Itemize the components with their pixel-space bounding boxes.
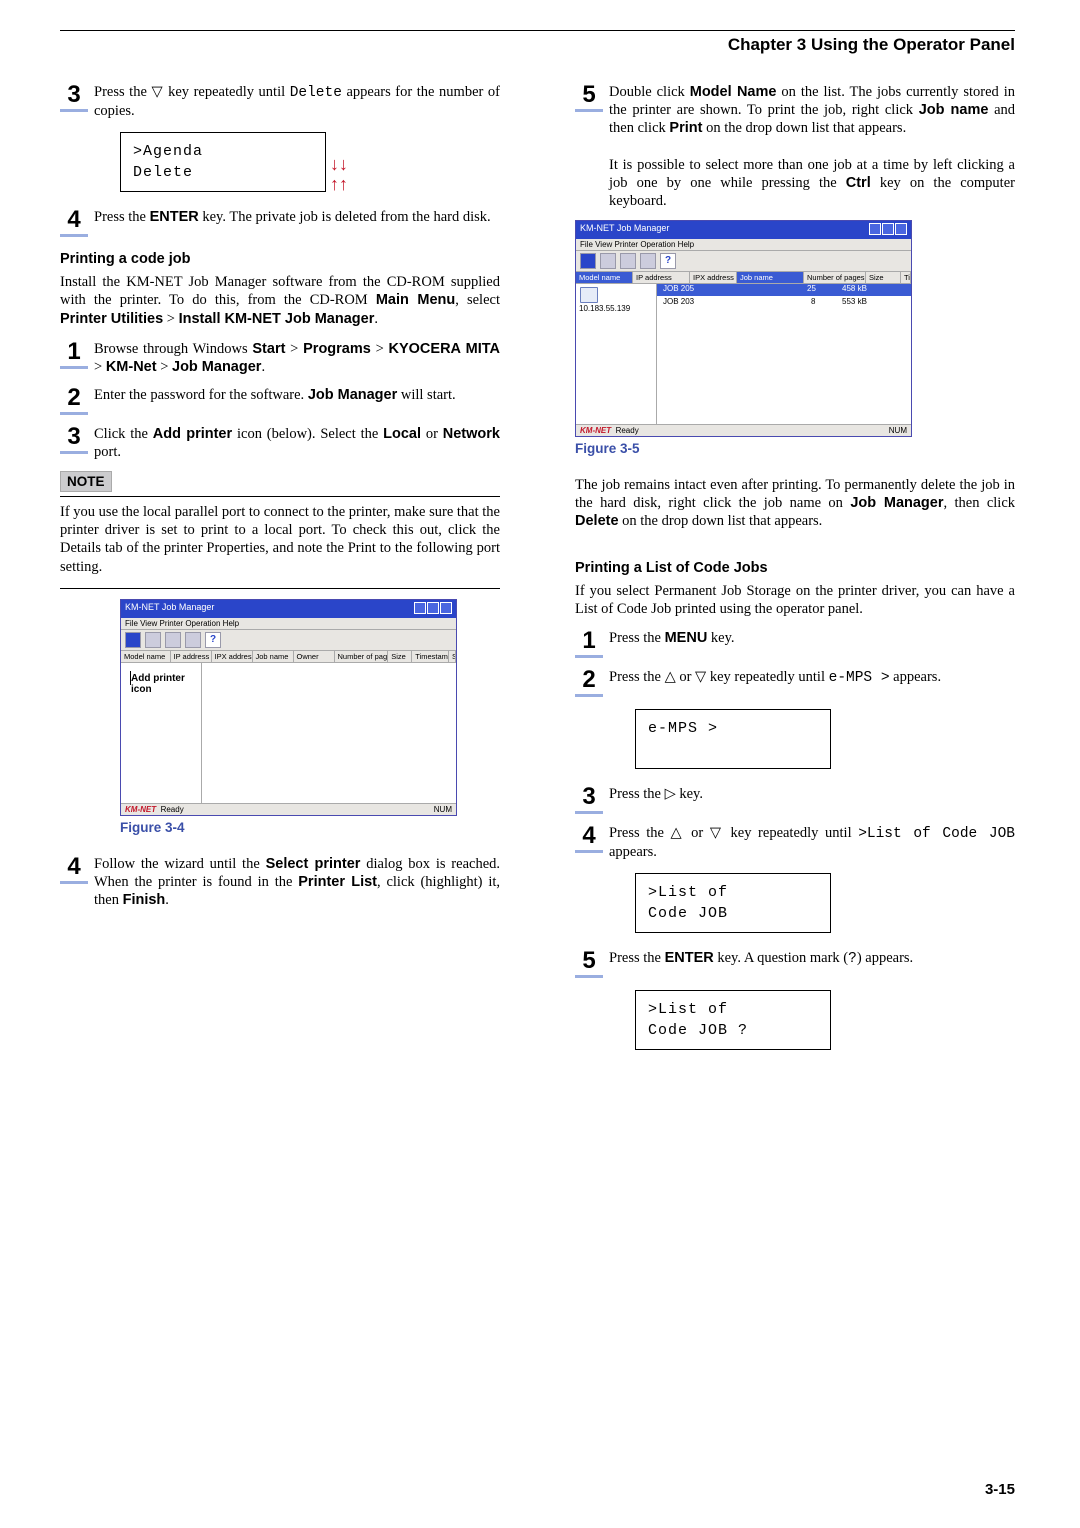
stop-icon[interactable] xyxy=(185,632,201,648)
lcd-display: >List of Code JOB ? xyxy=(635,990,831,1050)
refresh-icon[interactable] xyxy=(620,253,636,269)
step-body: Press the △ or ▽ key repeatedly until >L… xyxy=(609,824,1015,861)
step-number: 4 xyxy=(60,855,88,909)
step-4b: 4 Follow the wizard until the Select pri… xyxy=(60,855,500,909)
step-number: 4 xyxy=(575,824,603,861)
step-body: Press the MENU key. xyxy=(609,629,1015,658)
printer-icon[interactable] xyxy=(580,287,598,303)
step-number: 5 xyxy=(575,949,603,978)
r-step-3: 3 Press the ▷ key. xyxy=(575,785,1015,814)
step-number: 4 xyxy=(60,208,88,237)
help-icon[interactable]: ? xyxy=(660,253,676,269)
step-number: 3 xyxy=(575,785,603,814)
step-number: 2 xyxy=(575,668,603,697)
step-body: Press the ENTER key. A question mark (?)… xyxy=(609,949,1015,978)
figure-caption: Figure 3-5 xyxy=(575,441,1015,456)
job-name: JOB 203 xyxy=(663,297,694,306)
screenshot-figure-3-4: KM-NET Job Manager File View Printer Ope… xyxy=(120,599,457,816)
r-step-1: 1 Press the MENU key. xyxy=(575,629,1015,658)
step-body: Follow the wizard until the Select print… xyxy=(94,855,500,909)
step-3b: 3 Click the Add printer icon (below). Se… xyxy=(60,425,500,461)
lcd-display: >Agenda Delete xyxy=(120,132,326,192)
r-step-4: 4 Press the △ or ▽ key repeatedly until … xyxy=(575,824,1015,861)
add-printer-icon[interactable] xyxy=(600,253,616,269)
paragraph: If you select Permanent Job Storage on t… xyxy=(575,582,1015,618)
r-step-5: 5 Press the ENTER key. A question mark (… xyxy=(575,949,1015,978)
step-3: 3 Press the ▽ key repeatedly until Delet… xyxy=(60,83,500,120)
add-printer-icon[interactable] xyxy=(145,632,161,648)
menu-bar[interactable]: File View Printer Operation Help xyxy=(121,618,456,630)
window-title-bar: KM-NET Job Manager xyxy=(121,600,456,618)
r-step-2: 2 Press the △ or ▽ key repeatedly until … xyxy=(575,668,1015,697)
job-pages: 8 xyxy=(811,297,815,306)
step-body: Browse through Windows Start > Programs … xyxy=(94,340,500,376)
paragraph: The job remains intact even after printi… xyxy=(575,476,1015,530)
note-text: If you use the local parallel port to co… xyxy=(60,503,500,576)
close-icon xyxy=(440,602,452,614)
section-heading: Printing a List of Code Jobs xyxy=(575,560,1015,576)
step-2: 2 Enter the password for the software. J… xyxy=(60,386,500,415)
step-body: Click the Add printer icon (below). Sele… xyxy=(94,425,500,461)
selected-job-row[interactable] xyxy=(657,284,911,296)
cursor-down-icon: ↓↓ xyxy=(330,154,348,175)
step-5: 5 Double click Model Name on the list. T… xyxy=(575,83,1015,210)
toolbar[interactable]: ? xyxy=(576,251,911,272)
lcd-display: >List of Code JOB xyxy=(635,873,831,933)
job-size: 553 kB xyxy=(842,297,867,306)
stop-icon[interactable] xyxy=(640,253,656,269)
column-headers: Model name IP address IPX address Job na… xyxy=(576,272,911,284)
step-number: 2 xyxy=(60,386,88,415)
job-pages: 25 xyxy=(807,284,816,293)
step-number: 1 xyxy=(575,629,603,658)
step-body: Press the △ or ▽ key repeatedly until e-… xyxy=(609,668,1015,697)
search-icon[interactable] xyxy=(125,632,141,648)
annotation-add-printer: Add printericon xyxy=(131,673,185,695)
toolbar[interactable]: ? xyxy=(121,630,456,651)
step-4: 4 Press the ENTER key. The private job i… xyxy=(60,208,500,237)
cursor-up-icon: ↑↑ xyxy=(330,174,348,195)
window-controls[interactable] xyxy=(868,223,907,237)
note-label: NOTE xyxy=(60,471,112,492)
step-body: Press the ENTER key. The private job is … xyxy=(94,208,500,237)
section-heading: Printing a code job xyxy=(60,251,500,267)
step-1: 1 Browse through Windows Start > Program… xyxy=(60,340,500,376)
page-number: 3-15 xyxy=(985,1481,1015,1498)
step-body: Press the ▷ key. xyxy=(609,785,1015,814)
step-body: Press the ▽ key repeatedly until Delete … xyxy=(94,83,500,120)
ip-address: 10.183.55.139 xyxy=(579,304,630,313)
job-size: 458 kB xyxy=(842,284,867,293)
menu-bar[interactable]: File View Printer Operation Help xyxy=(576,239,911,251)
status-bar: KM-NET Ready NUM xyxy=(121,803,456,815)
lcd-display: e-MPS > xyxy=(635,709,831,769)
note-block: If you use the local parallel port to co… xyxy=(60,496,500,589)
window-controls[interactable] xyxy=(413,602,452,616)
step-number: 3 xyxy=(60,83,88,120)
step-number: 3 xyxy=(60,425,88,461)
chapter-title: Chapter 3 Using the Operator Panel xyxy=(60,35,1015,55)
refresh-icon[interactable] xyxy=(165,632,181,648)
step-body: Enter the password for the software. Job… xyxy=(94,386,500,415)
screenshot-figure-3-5: KM-NET Job Manager File View Printer Ope… xyxy=(575,220,912,437)
status-bar: KM-NET Ready NUM xyxy=(576,424,911,436)
step-body: Double click Model Name on the list. The… xyxy=(609,83,1015,210)
figure-caption: Figure 3-4 xyxy=(120,820,500,835)
column-headers: Model name IP address IPX address Job na… xyxy=(121,651,456,663)
window-title-bar: KM-NET Job Manager xyxy=(576,221,911,239)
search-icon[interactable] xyxy=(580,253,596,269)
help-icon[interactable]: ? xyxy=(205,632,221,648)
paragraph: Install the KM-NET Job Manager software … xyxy=(60,273,500,327)
job-name: JOB 205 xyxy=(663,284,694,293)
step-number: 5 xyxy=(575,83,603,210)
close-icon xyxy=(895,223,907,235)
step-number: 1 xyxy=(60,340,88,376)
